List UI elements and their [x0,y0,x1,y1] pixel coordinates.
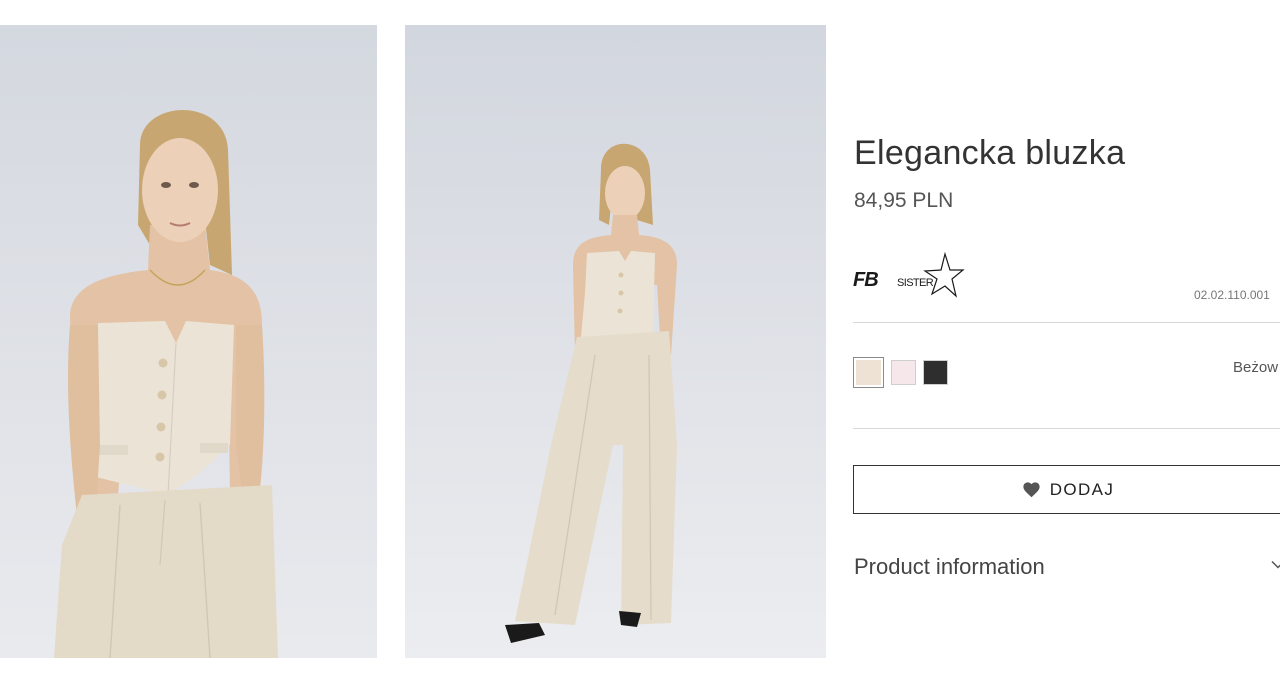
product-details: Elegancka bluzka 84,95 PLN FB SISTER 02.… [852,0,1280,674]
product-information-label: Product information [854,554,1045,579]
product-information-toggle[interactable]: Product information [853,546,1280,588]
product-title: Elegancka bluzka [854,134,1126,172]
product-sku: 02.02.110.001 [1194,288,1270,302]
svg-text:FB: FB [853,269,878,291]
product-photo-full-body[interactable] [405,25,826,658]
heart-icon [1023,482,1040,498]
add-to-wishlist-button[interactable]: DODAJ [853,465,1280,514]
divider [853,322,1280,323]
product-page: Elegancka bluzka 84,95 PLN FB SISTER 02.… [0,0,1280,674]
brand-logo: FB SISTER [853,252,965,298]
color-swatch-pink[interactable] [891,360,916,385]
color-swatch-black[interactable] [923,360,948,385]
svg-text:SISTER: SISTER [897,277,934,289]
chevron-down-icon [1271,560,1280,569]
selected-color-name: Beżow [1233,359,1279,376]
product-photo-front-closeup[interactable] [0,25,377,658]
photo-fullbody-graphic [405,25,826,658]
color-swatch-beige[interactable] [852,356,885,389]
photo-closeup-graphic [0,25,377,658]
add-button-label: DODAJ [1049,479,1115,499]
product-price: 84,95 PLN [854,189,954,212]
color-swatches [852,356,948,389]
divider [853,428,1280,429]
